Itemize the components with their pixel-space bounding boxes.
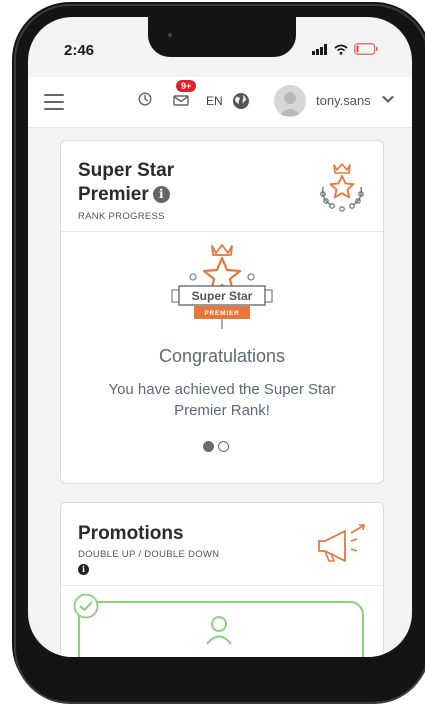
- hamburger-icon[interactable]: [44, 94, 64, 110]
- promotions-card: Promotions DOUBLE UP / DOUBLE DOWN i: [60, 502, 384, 657]
- info-icon[interactable]: i: [152, 186, 170, 203]
- notification-badge: 9+: [176, 80, 197, 92]
- user-avatar[interactable]: [274, 85, 306, 117]
- megaphone-icon: [318, 524, 365, 562]
- status-icons: [312, 43, 378, 55]
- camera-notch: [148, 17, 296, 57]
- phone-frame: 2:46 9+ EN tony.sans Super Star Premier …: [0, 0, 425, 702]
- language-selector[interactable]: EN: [206, 94, 223, 108]
- signal-icon: [312, 43, 327, 55]
- status-time: 2:46: [64, 42, 95, 59]
- user-silhouette-icon: [279, 92, 301, 116]
- check-icon: [73, 593, 99, 619]
- badge-text: Super Star: [192, 289, 253, 303]
- battery-icon: [354, 43, 378, 55]
- app-header: 9+ EN tony.sans: [28, 77, 412, 128]
- username[interactable]: tony.sans: [316, 93, 371, 108]
- promotions-title: Promotions: [78, 523, 184, 544]
- promotions-subtitle: DOUBLE UP / DOUBLE DOWN: [78, 549, 220, 560]
- rank-progress-card: Super Star Premier i RANK PROGRESS Super…: [60, 140, 384, 484]
- screen: 2:46 9+ EN tony.sans Super Star Premier …: [28, 17, 412, 657]
- chevron-down-icon[interactable]: [382, 95, 394, 104]
- rank-star-icon: [320, 163, 364, 212]
- carousel-indicator: [203, 441, 229, 452]
- front-camera: [168, 33, 172, 37]
- rank-subtitle: RANK PROGRESS: [78, 211, 165, 222]
- congratulations-heading: Congratulations: [158, 346, 286, 366]
- rank-title: Super Star Premier i: [78, 159, 238, 207]
- card-divider: [61, 585, 383, 586]
- super-star-badge-icon: Super Star PREMIER: [171, 244, 273, 329]
- mail-icon[interactable]: [173, 92, 189, 106]
- globe-icon[interactable]: [232, 92, 250, 110]
- promo-info-icon[interactable]: i: [78, 564, 89, 575]
- badge-ribbon-text: PREMIER: [204, 310, 239, 317]
- achievement-message: You have achieved the Super Star Premier…: [108, 381, 336, 419]
- carousel-dot[interactable]: [218, 441, 229, 452]
- clock-icon[interactable]: [138, 92, 152, 106]
- carousel-dot[interactable]: [203, 441, 214, 452]
- card-divider: [61, 231, 383, 232]
- wifi-icon: [334, 44, 348, 55]
